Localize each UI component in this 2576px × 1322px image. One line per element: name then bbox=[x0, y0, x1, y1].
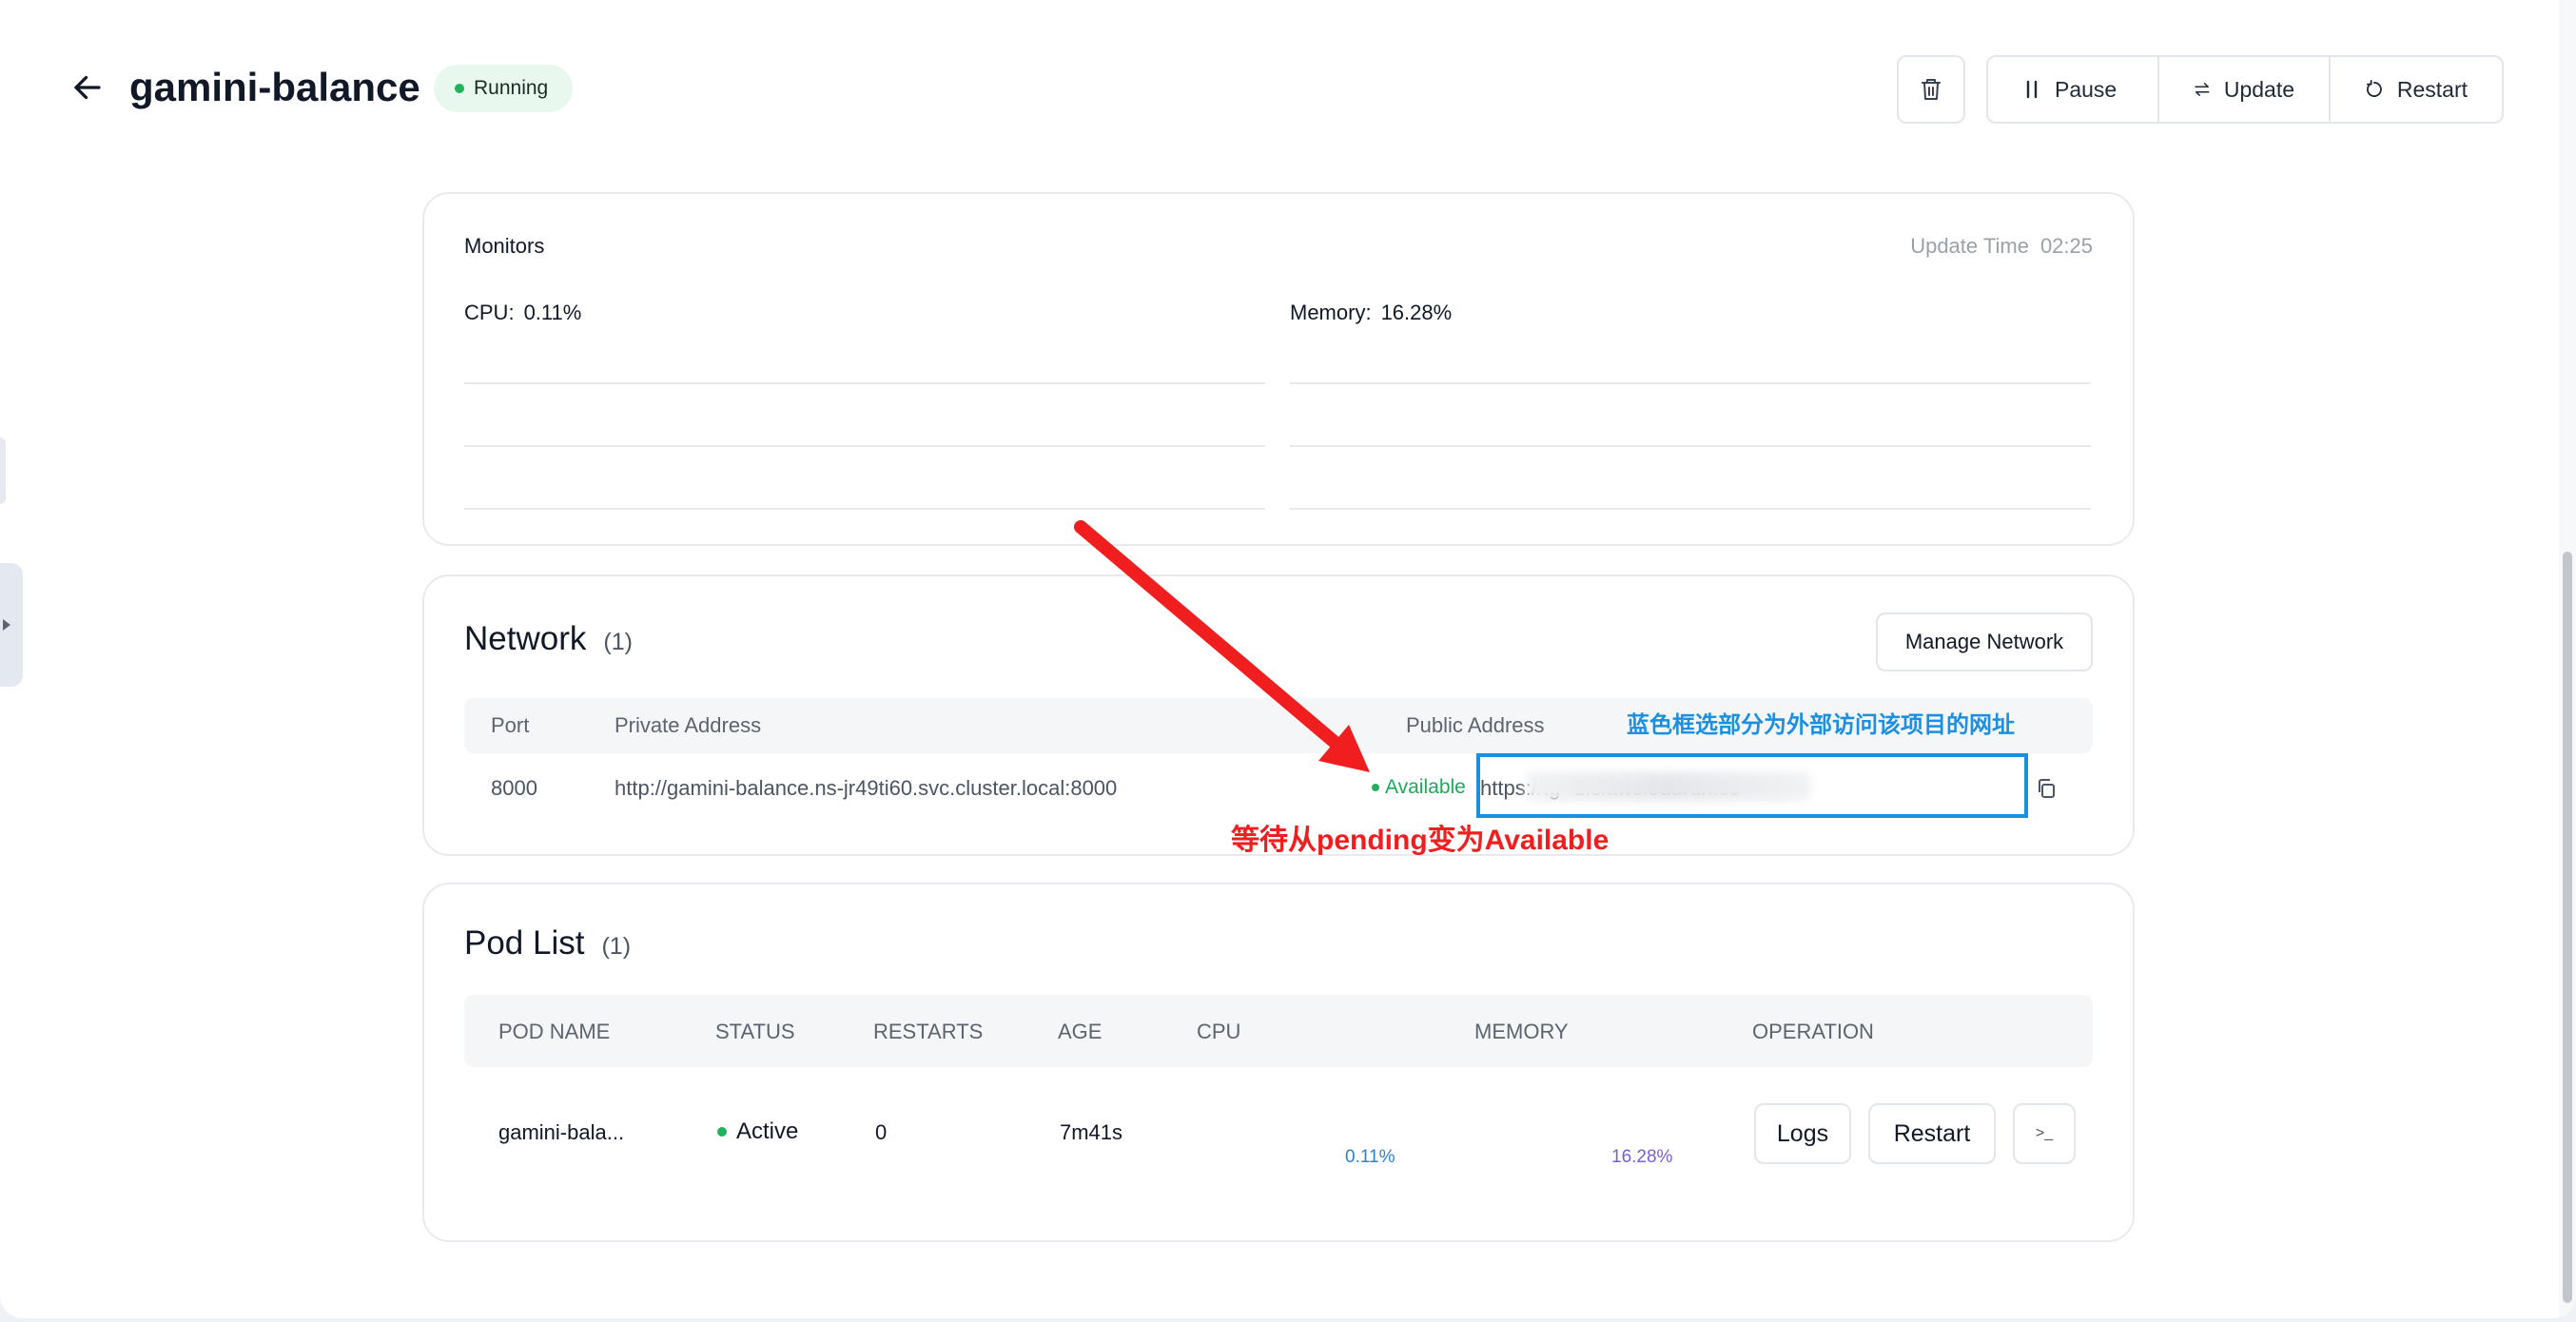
monitors-title: Monitors bbox=[464, 234, 545, 258]
port-cell: 8000 bbox=[491, 776, 537, 800]
update-button[interactable]: Update bbox=[2157, 57, 2329, 122]
sidebar-toggle[interactable] bbox=[0, 563, 23, 687]
column-header: Public Address bbox=[1406, 713, 1545, 737]
memory-gridline bbox=[1290, 508, 2091, 510]
arrow-left-icon bbox=[74, 75, 101, 100]
column-header: Port bbox=[491, 713, 530, 737]
app-window: gamini-balance Running Pause Update Rest… bbox=[0, 0, 2576, 1318]
back-button[interactable] bbox=[67, 67, 108, 108]
pod-cpu-value: 0.11% bbox=[1345, 1147, 1395, 1167]
column-header: OPERATION bbox=[1752, 1020, 1874, 1043]
scrollbar-thumb[interactable] bbox=[2563, 552, 2572, 1303]
pod-table-header: POD NAME STATUS RESTARTS AGE CPU MEMORY … bbox=[464, 995, 2093, 1067]
swap-icon bbox=[2195, 83, 2210, 96]
pod-status-label: Active bbox=[736, 1118, 799, 1144]
pod-list-count: (1) bbox=[601, 933, 632, 960]
pause-button[interactable]: Pause bbox=[1988, 57, 2157, 122]
column-header: MEMORY bbox=[1474, 1020, 1569, 1043]
memory-monitor-label: Memory: 16.28% bbox=[1290, 301, 1452, 325]
cpu-gridline bbox=[464, 508, 1265, 510]
column-header: POD NAME bbox=[498, 1020, 611, 1043]
active-dot bbox=[717, 1127, 727, 1137]
monitors-card: Monitors Update Time 02:25 CPU: 0.11% Me… bbox=[422, 192, 2135, 546]
action-button-group: Pause Update Restart bbox=[1986, 55, 2504, 124]
column-header: AGE bbox=[1058, 1020, 1103, 1043]
network-count: (1) bbox=[603, 629, 633, 655]
trash-icon bbox=[1922, 79, 1941, 100]
column-header: Private Address bbox=[615, 713, 762, 737]
side-handle bbox=[0, 437, 6, 504]
column-header: RESTARTS bbox=[873, 1020, 984, 1043]
terminal-icon: >_ bbox=[2035, 1125, 2054, 1141]
annotation-highlight-box bbox=[1476, 753, 2028, 818]
update-time-value: 02:25 bbox=[2039, 234, 2093, 258]
pause-label: Pause bbox=[2055, 76, 2117, 102]
memory-gridline bbox=[1290, 382, 2091, 384]
pod-list-title: Pod List (1) bbox=[464, 924, 631, 962]
pod-memory-value: 16.28% bbox=[1611, 1147, 1673, 1167]
status-badge: Running bbox=[434, 65, 574, 112]
pod-status: Active bbox=[717, 1118, 798, 1145]
restart-label: Restart bbox=[2396, 76, 2468, 102]
cpu-monitor-label: CPU: 0.11% bbox=[464, 301, 581, 325]
chevron-right-icon bbox=[3, 619, 10, 631]
copy-icon bbox=[2039, 779, 2055, 798]
status-label: Running bbox=[474, 77, 549, 99]
available-dot bbox=[1372, 784, 1379, 791]
scrollbar-track[interactable] bbox=[2559, 0, 2576, 1318]
cpu-gridline bbox=[464, 445, 1265, 447]
restarts-cell: 0 bbox=[875, 1120, 888, 1144]
memory-gridline bbox=[1290, 445, 2091, 447]
cpu-gridline bbox=[464, 382, 1265, 384]
restart-icon bbox=[2366, 79, 2382, 97]
private-address-cell[interactable]: http://gamini-balance.ns-jr49ti60.svc.cl… bbox=[615, 776, 1117, 801]
copy-button[interactable] bbox=[2032, 774, 2060, 803]
network-title: Network (1) bbox=[464, 620, 633, 658]
logs-button[interactable]: Logs bbox=[1754, 1103, 1851, 1164]
annotation-red-note: 等待从pending变为Available bbox=[1231, 825, 1610, 856]
availability-status: Available bbox=[1372, 776, 1466, 799]
terminal-button[interactable]: >_ bbox=[2013, 1103, 2076, 1164]
update-time-label: Update Time bbox=[1910, 234, 2029, 258]
pod-name-cell[interactable]: gamini-bala... bbox=[498, 1120, 624, 1145]
cpu-value: 0.11% bbox=[523, 301, 582, 324]
age-cell: 7m41s bbox=[1060, 1120, 1123, 1144]
manage-network-button[interactable]: Manage Network bbox=[1876, 612, 2093, 671]
page-title: gamini-balance bbox=[129, 65, 420, 109]
delete-button[interactable] bbox=[1897, 55, 1965, 124]
update-time: Update Time 02:25 bbox=[1910, 234, 2093, 259]
column-header: CPU bbox=[1197, 1020, 1241, 1043]
memory-label: Memory: bbox=[1290, 301, 1372, 324]
pod-list-title-text: Pod List bbox=[464, 924, 585, 962]
running-dot bbox=[455, 84, 464, 93]
pod-restart-button[interactable]: Restart bbox=[1868, 1103, 1996, 1164]
pod-list-card: Pod List (1) POD NAME STATUS RESTARTS AG… bbox=[422, 883, 2135, 1242]
annotation-blue-note: 蓝色框选部分为外部访问该项目的网址 bbox=[1627, 712, 2015, 738]
restart-button[interactable]: Restart bbox=[2329, 57, 2502, 122]
column-header: STATUS bbox=[715, 1020, 795, 1043]
cpu-label: CPU: bbox=[464, 301, 515, 324]
update-label: Update bbox=[2223, 76, 2294, 102]
memory-value: 16.28% bbox=[1380, 301, 1453, 324]
availability-label: Available bbox=[1385, 776, 1466, 798]
network-title-text: Network bbox=[464, 620, 587, 657]
pause-icon bbox=[2026, 80, 2038, 99]
